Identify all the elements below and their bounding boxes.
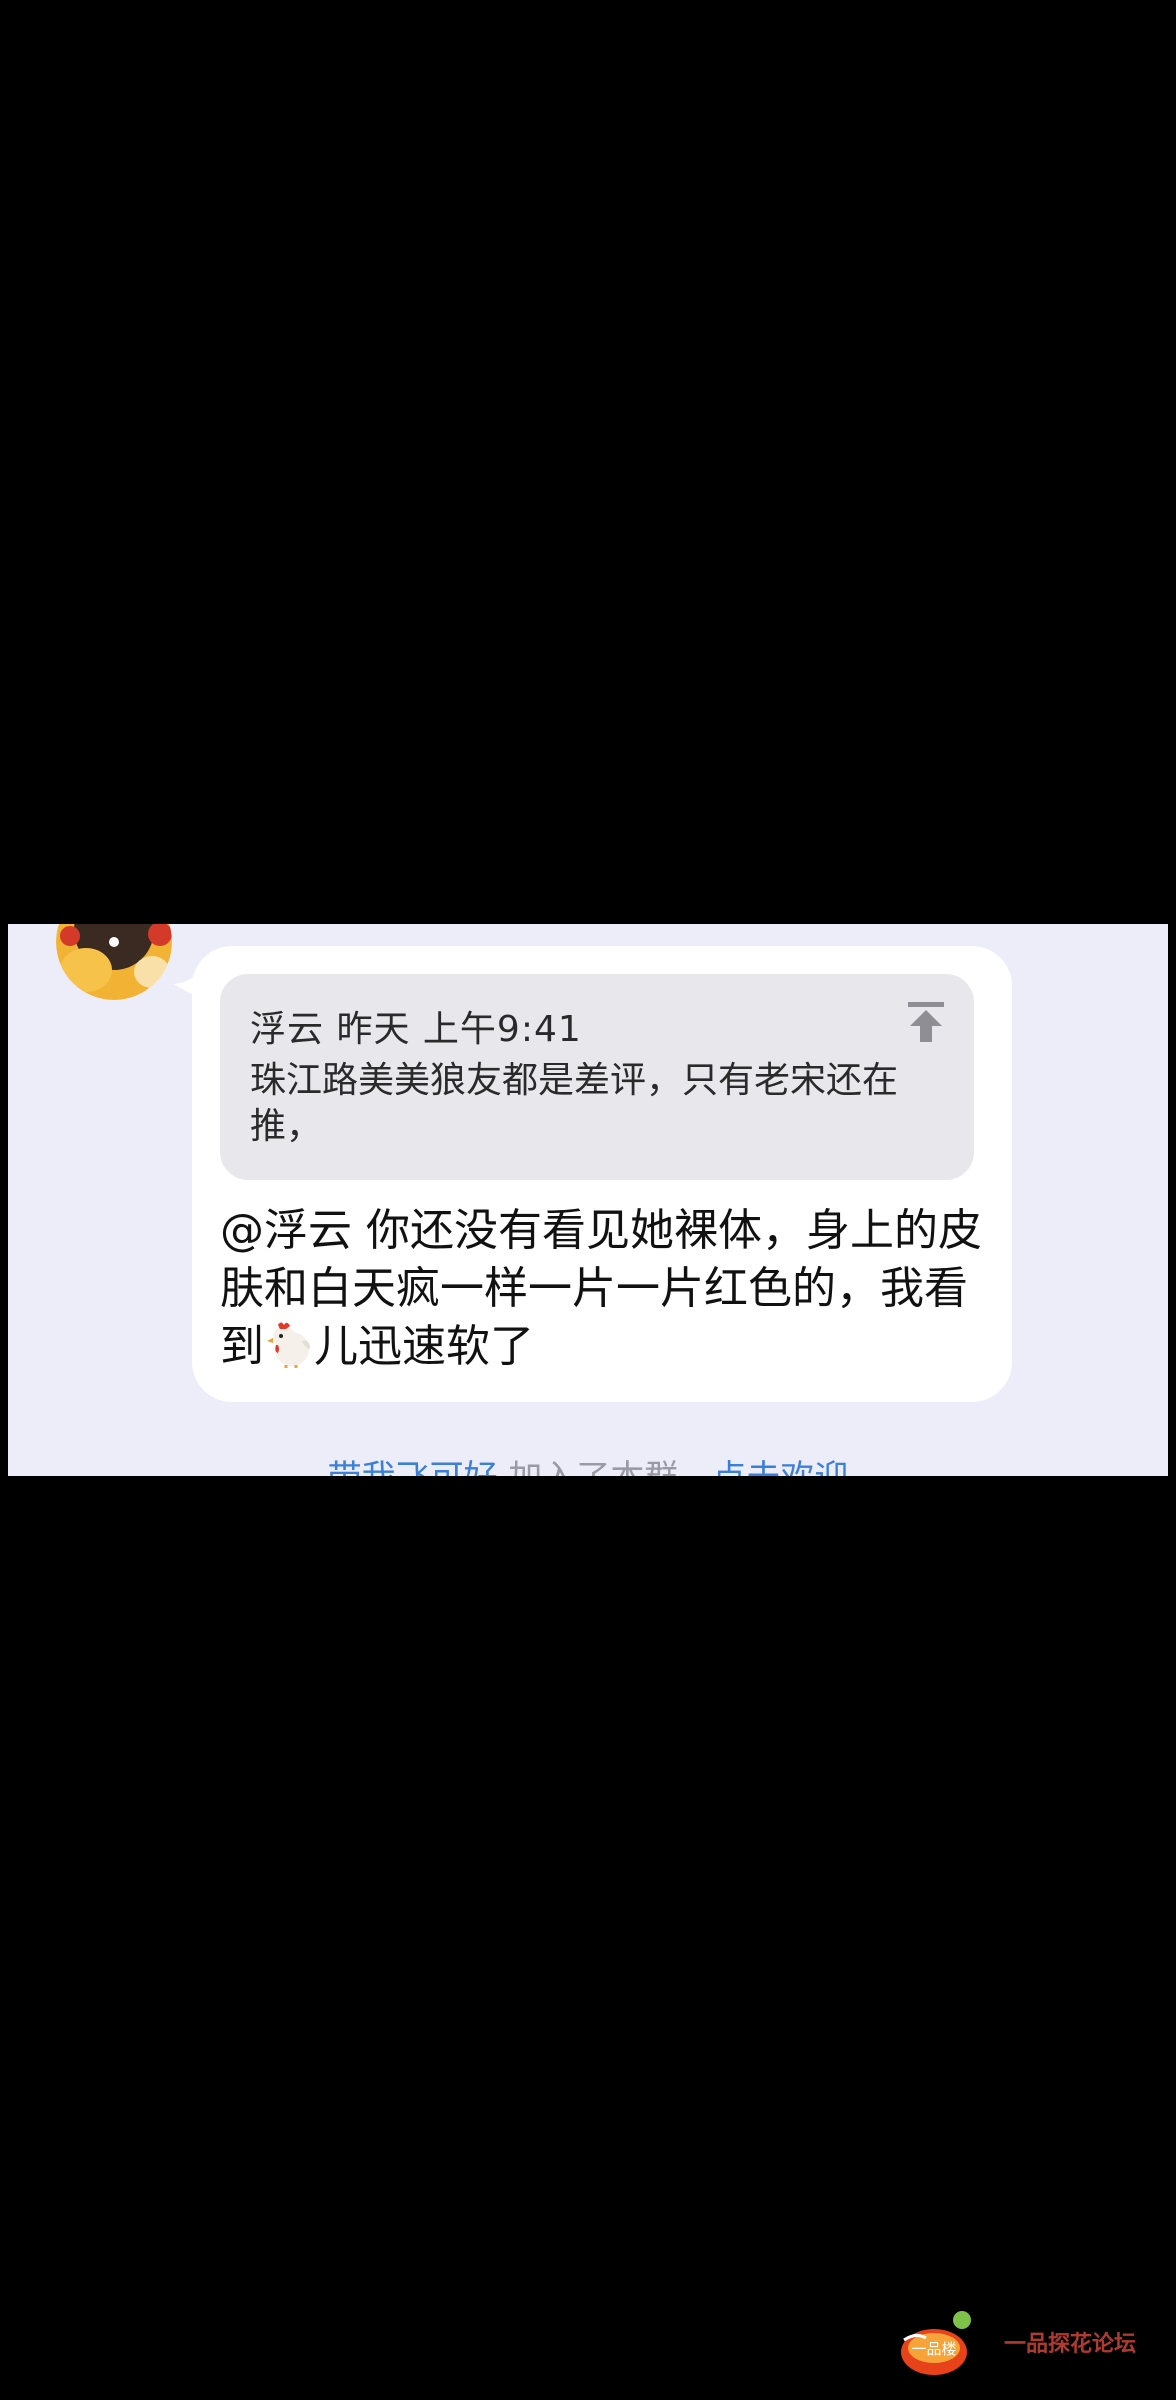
watermark-logo-text: 一品楼	[911, 2340, 956, 2358]
chicken-emoji-icon	[267, 1322, 310, 1368]
sender-avatar[interactable]	[56, 924, 172, 1000]
joined-user-link[interactable]: 带我飞可好	[328, 1458, 498, 1476]
system-notice-action: 加入了本群，	[498, 1458, 712, 1476]
welcome-link[interactable]: 点击欢迎	[712, 1458, 848, 1476]
screen: 浮云 昨天 上午9:41 珠江路美美狼友都是差评，只有老宋还在推， @浮云 你还…	[0, 0, 1176, 2400]
watermark-logo: 一品楼	[901, 2311, 971, 2375]
watermark: 一品楼 一品探花论坛	[900, 2306, 1140, 2382]
quote-text: 珠江路美美狼友都是差评，只有老宋还在推，	[250, 1060, 899, 1147]
watermark-text: 一品探花论坛	[1004, 2332, 1137, 2357]
message-text-part2: 儿迅速软了	[314, 1321, 534, 1372]
quote-time: 昨天 上午9:41	[336, 1009, 582, 1050]
quote-sender: 浮云	[250, 1009, 325, 1050]
pin-to-top-icon[interactable]	[906, 1000, 946, 1044]
system-notice: 带我飞可好 加入了本群，点击欢迎	[8, 1450, 1168, 1476]
quoted-message[interactable]: 浮云 昨天 上午9:41 珠江路美美狼友都是差评，只有老宋还在推，	[220, 974, 974, 1180]
chat-panel[interactable]: 浮云 昨天 上午9:41 珠江路美美狼友都是差评，只有老宋还在推， @浮云 你还…	[8, 924, 1168, 1476]
quote-header: 浮云 昨天 上午9:41	[250, 1000, 582, 1052]
message-text: @浮云 你还没有看见她裸体，身上的皮肤和白天疯一样一片一片红色的，我看到 儿迅速…	[220, 1202, 990, 1376]
message-bubble[interactable]: 浮云 昨天 上午9:41 珠江路美美狼友都是差评，只有老宋还在推， @浮云 你还…	[192, 946, 1012, 1402]
